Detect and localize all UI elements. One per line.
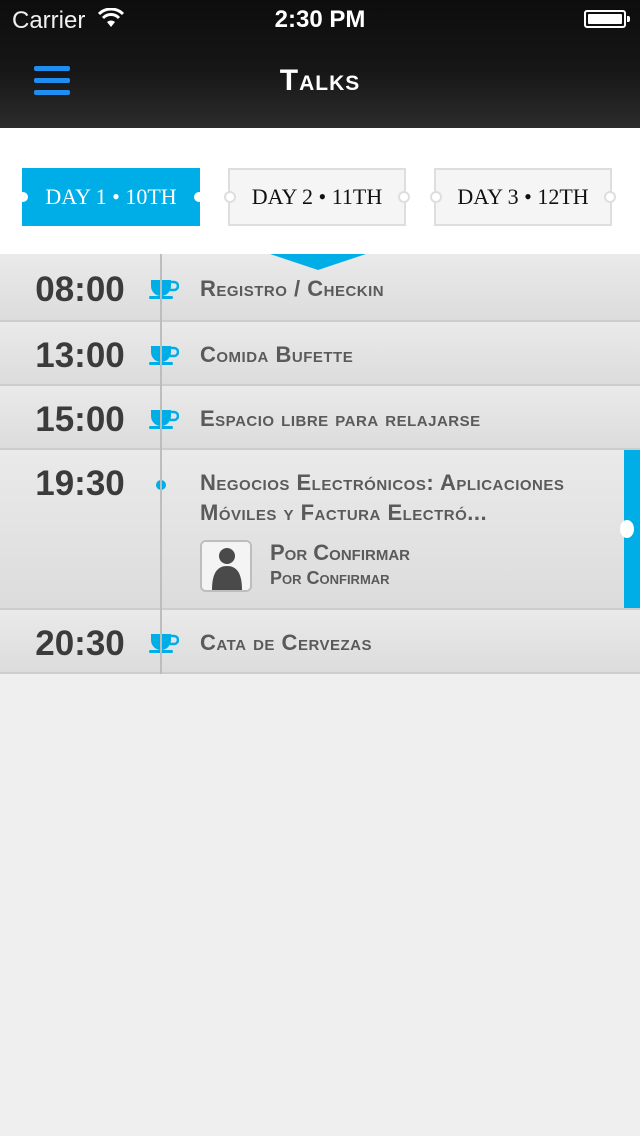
list-item[interactable]: 15:00 Espacio libre para relajarse: [0, 386, 640, 450]
event-title: Comida Bufette: [200, 342, 354, 367]
tab-pointer: [270, 254, 366, 270]
avatar: [200, 540, 252, 592]
coffee-cup-icon: [149, 346, 179, 365]
event-time: 20:30: [35, 624, 125, 663]
page-title: Talks: [279, 64, 361, 97]
timeline-line: [160, 254, 162, 674]
coffee-cup-icon: [149, 280, 179, 299]
event-time: 13:00: [35, 336, 125, 375]
coffee-cup-icon: [149, 410, 179, 429]
tab-label: DAY 2 • 11TH: [251, 184, 383, 209]
day-tabs: DAY 1 • 10TH DAY 2 • 11TH DAY 3 • 12TH: [0, 128, 640, 254]
battery-icon: [584, 10, 630, 28]
tab-day-3[interactable]: DAY 3 • 12TH: [430, 168, 616, 226]
event-title: Espacio libre para relajarse: [200, 406, 481, 431]
event-time: 19:30: [35, 464, 125, 503]
list-item[interactable]: 13:00 Comida Bufette: [0, 322, 640, 386]
event-title: Cata de Cervezas: [200, 630, 373, 655]
tab-label: DAY 3 • 12TH: [457, 184, 589, 209]
tab-day-1[interactable]: DAY 1 • 10TH: [18, 168, 204, 226]
event-time: 15:00: [35, 400, 125, 439]
event-title-line-2: Móviles y Factura Electró...: [200, 500, 488, 525]
speaker: Por Confirmar Por Confirmar: [200, 540, 600, 592]
list-item-talk[interactable]: 19:30 Negocios Electrónicos: Aplicacione…: [0, 450, 640, 610]
selected-indicator: [620, 450, 640, 608]
list-item[interactable]: 20:30 Cata de Cervezas: [0, 610, 640, 674]
event-title-line-1: Negocios Electrónicos: Aplicaciones: [200, 470, 565, 495]
status-bar: Carrier 2:30 PM: [0, 0, 640, 40]
event-title: Registro / Checkin: [200, 276, 385, 301]
speaker-name: Por Confirmar: [270, 540, 410, 565]
top-bar: Carrier 2:30 PM Talks: [0, 0, 640, 128]
person-silhouette-icon: [202, 542, 250, 590]
tab-label: DAY 1 • 10TH: [45, 184, 177, 209]
status-clock: 2:30 PM: [274, 6, 366, 33]
coffee-cup-icon: [149, 634, 179, 653]
event-time: 08:00: [35, 270, 125, 309]
speaker-org: Por Confirmar: [270, 568, 390, 588]
schedule-list: 08:00 Registro / Checkin 13:00 Comida Bu…: [0, 254, 640, 674]
tab-day-2[interactable]: DAY 2 • 11TH: [224, 168, 410, 226]
